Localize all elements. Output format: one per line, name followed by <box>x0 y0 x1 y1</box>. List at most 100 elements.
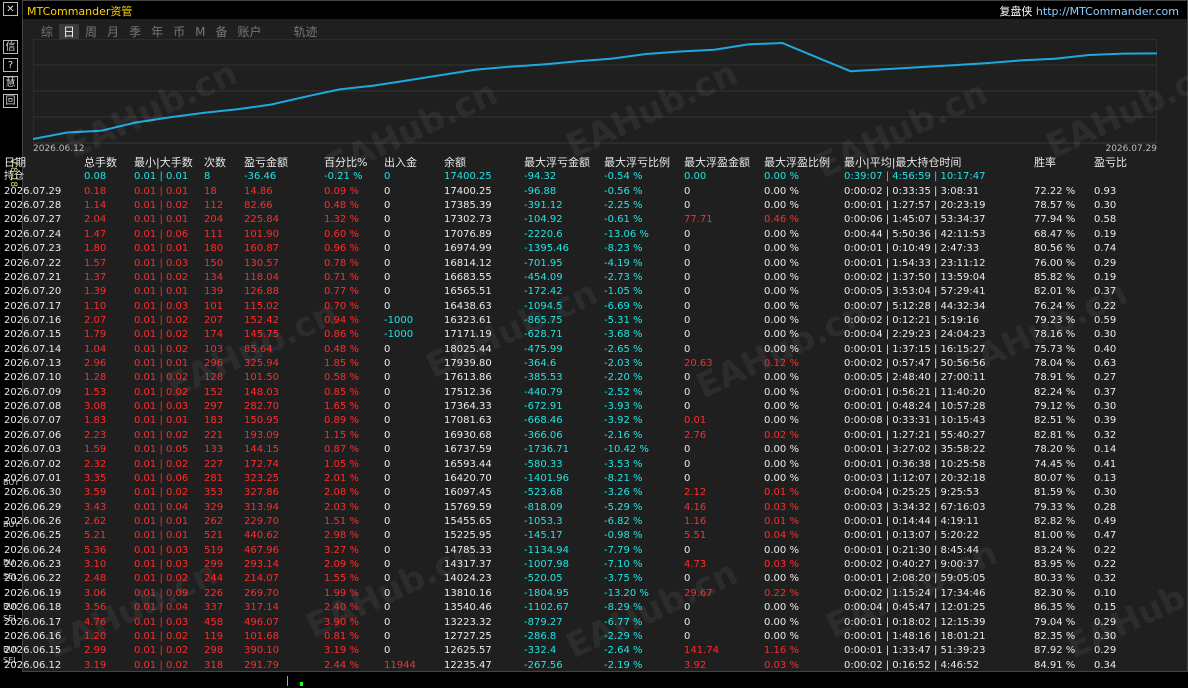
table-row[interactable]: 2026.06.16 1.20 0.01 | 0.02 119 101.68 0.81 %… <box>4 630 1154 644</box>
tab-quarter[interactable]: 季 <box>125 24 145 40</box>
table-row[interactable]: 2026.07.14 1.04 0.01 | 0.02 103 85.64 0.48 % 0… <box>4 343 1154 357</box>
title-bar: MTCommander资管 复盘侠 http://MTCommander.com <box>23 1 1187 19</box>
table-row[interactable]: 2026.06.19 3.06 0.01 | 0.09 226 269.70 1.99 %… <box>4 587 1154 601</box>
cell-win-rate: 82.81 % <box>1034 429 1076 441</box>
cell-count: 183 <box>204 415 224 427</box>
app-title: MTCommander资管 <box>27 5 133 18</box>
window-close-icon[interactable]: ✕ <box>3 2 18 16</box>
table-row[interactable]: 2026.07.28 1.14 0.01 | 0.02 112 82.66 0.48 % 0… <box>4 199 1154 213</box>
table-row[interactable]: 2026.07.10 1.28 0.01 | 0.02 128 101.50 0.58 %… <box>4 371 1154 385</box>
cell-count: 299 <box>204 559 224 571</box>
cell-max-float-loss-pct: -10.42 % <box>604 444 649 456</box>
cell-max-float-profit: 0.01 <box>684 415 707 427</box>
cell-hold-time: 0:00:01 | 1:37:15 | 16:15:27 <box>844 343 986 355</box>
cell-profit-factor: 0.22 <box>1094 544 1117 556</box>
tab-day[interactable]: 日 <box>59 24 80 40</box>
cell-max-float-loss: -172.42 <box>524 286 563 298</box>
cell-min-max-lots: 最小|大手数 <box>134 156 193 169</box>
cell-profit-factor: 0.37 <box>1094 386 1117 398</box>
cell-balance: 17171.19 <box>444 329 492 341</box>
cell-max-float-profit-pct: 0.00 % <box>764 401 799 413</box>
table-row[interactable]: 2026.07.20 1.39 0.01 | 0.01 139 126.88 0.77 %… <box>4 285 1154 299</box>
holding-row[interactable]: 持仓 0.08 0.01 | 0.01 8 -36.46 -0.21 % 0 17400.25… <box>4 170 1154 184</box>
equity-point <box>917 66 920 69</box>
cell-percent: 0.81 % <box>324 630 359 642</box>
table-row[interactable]: 2026.07.22 1.57 0.01 | 0.03 150 130.57 0.78 %… <box>4 257 1154 271</box>
cell-hold-time: 0:00:01 | 0:18:02 | 12:15:39 <box>844 616 986 628</box>
cell-max-float-profit-pct: 0.00 % <box>764 243 799 255</box>
tab-symbol[interactable]: 币 <box>169 24 189 40</box>
table-row[interactable]: 2026.07.03 1.59 0.01 | 0.05 133 144.15 0.87 %… <box>4 443 1154 457</box>
cell-count: 8 <box>204 171 211 183</box>
cell-balance: 16323.61 <box>444 314 492 326</box>
cell-min-max-lots: 0.01 | 0.01 <box>134 214 189 226</box>
table-row[interactable]: 2026.07.29 0.18 0.01 | 0.01 18 14.86 0.09 % 0 1… <box>4 185 1154 199</box>
table-row[interactable]: 2026.06.22 2.48 0.01 | 0.02 244 214.07 1.55 %… <box>4 572 1154 586</box>
table-row[interactable]: 2026.06.26 2.62 0.01 | 0.01 262 229.70 1.51 %… <box>4 515 1154 529</box>
replay-button[interactable]: 回 <box>3 94 18 108</box>
cell-total-lots: 1.80 <box>84 243 107 255</box>
cell-max-float-loss: -1094.5 <box>524 300 563 312</box>
table-row[interactable]: 2026.06.25 5.21 0.01 | 0.01 521 440.62 2.98 %… <box>4 529 1154 543</box>
cell-max-float-profit-pct: 0.46 % <box>764 214 799 226</box>
table-row[interactable]: 2026.07.07 1.83 0.01 | 0.01 183 150.95 0.89 %… <box>4 414 1154 428</box>
table-row[interactable]: 2026.07.23 1.80 0.01 | 0.01 180 160.87 0.96 %… <box>4 242 1154 256</box>
help-button[interactable]: ? <box>3 58 18 72</box>
cell-deposit-withdraw: 0 <box>384 630 391 642</box>
cell-max-float-loss: 最大浮亏金额 <box>524 156 590 169</box>
cell-balance: 16930.68 <box>444 429 492 441</box>
info-button[interactable]: 信 <box>3 40 18 54</box>
website-link[interactable]: http://MTCommander.com <box>1036 5 1179 18</box>
cell-max-float-profit: 4.16 <box>684 501 707 513</box>
cell-max-float-loss: -267.56 <box>524 659 563 671</box>
tab-week[interactable]: 周 <box>81 24 101 40</box>
cell-balance: 13810.16 <box>444 587 492 599</box>
cell-hold-time: 0:00:02 | 0:40:27 | 9:00:37 <box>844 559 980 571</box>
cell-max-float-loss-pct: -3.26 % <box>604 487 643 499</box>
table-row[interactable]: 2026.07.24 1.47 0.01 | 0.06 111 101.90 0.60 %… <box>4 228 1154 242</box>
table-row[interactable]: 2026.07.08 3.08 0.01 | 0.03 297 282.70 1.65 %… <box>4 400 1154 414</box>
tab-summary[interactable]: 综 <box>37 24 57 40</box>
x-end-label: 2026.07.29 <box>1105 144 1157 154</box>
table-row[interactable]: 2026.06.18 3.56 0.01 | 0.04 337 317.14 2.40 %… <box>4 601 1154 615</box>
cell-balance: 13540.46 <box>444 602 492 614</box>
table-row[interactable]: 2026.07.13 2.96 0.01 | 0.01 296 325.94 1.85 %… <box>4 357 1154 371</box>
table-row[interactable]: 2026.07.01 3.35 0.01 | 0.06 281 323.25 2.01 %… <box>4 472 1154 486</box>
tab-note[interactable]: 备 <box>211 24 231 40</box>
table-row[interactable]: 2026.07.27 2.04 0.01 | 0.01 204 225.84 1.32 %… <box>4 213 1154 227</box>
smart-button[interactable]: 慧 <box>3 76 18 90</box>
tab-magic[interactable]: M <box>191 24 209 40</box>
cell-deposit-withdraw: 0 <box>384 271 391 283</box>
tab-year[interactable]: 年 <box>147 24 167 40</box>
cell-profit-factor: 0.74 <box>1094 243 1117 255</box>
table-row[interactable]: 2026.06.24 5.36 0.01 | 0.03 519 467.96 3.27 %… <box>4 544 1154 558</box>
cell-deposit-withdraw: 0 <box>384 616 391 628</box>
tab-account[interactable]: 账户 <box>233 24 265 40</box>
table-row[interactable]: 2026.06.29 3.43 0.01 | 0.04 329 313.94 2.03 %… <box>4 501 1154 515</box>
table-row[interactable]: 2026.07.09 1.53 0.01 | 0.02 152 148.03 0.85 %… <box>4 386 1154 400</box>
tab-month[interactable]: 月 <box>103 24 123 40</box>
table-row[interactable]: 2026.07.17 1.10 0.01 | 0.03 101 115.02 0.70 %… <box>4 300 1154 314</box>
table-row[interactable]: 2026.06.15 2.99 0.01 | 0.02 298 390.10 3.19 %… <box>4 644 1154 658</box>
table-row[interactable]: 2026.06.30 3.59 0.01 | 0.02 353 327.86 2.08 %… <box>4 486 1154 500</box>
cell-win-rate: 79.23 % <box>1034 314 1076 326</box>
table-row[interactable]: 2026.07.02 2.32 0.01 | 0.02 227 172.74 1.05 %… <box>4 458 1154 472</box>
table-row[interactable]: 2026.07.16 2.07 0.01 | 0.02 207 152.42 0.94 %… <box>4 314 1154 328</box>
cell-hold-time: 0:00:01 | 1:54:33 | 23:11:12 <box>844 257 986 269</box>
equity-point <box>713 48 716 51</box>
table-row[interactable]: 2026.06.17 4.76 0.01 | 0.03 458 496.07 3.90 %… <box>4 616 1154 630</box>
table-row[interactable]: 2026.07.15 1.79 0.01 | 0.02 174 145.75 0.86 %… <box>4 328 1154 342</box>
cell-count: 521 <box>204 530 224 542</box>
table-row[interactable]: 2026.07.21 1.37 0.01 | 0.02 134 118.04 0.71 %… <box>4 271 1154 285</box>
table-row[interactable]: 2026.06.23 3.10 0.01 | 0.03 299 293.14 2.09 %… <box>4 558 1154 572</box>
cell-win-rate: 68.47 % <box>1034 228 1076 240</box>
table-row[interactable]: 2026.07.06 2.23 0.01 | 0.02 221 193.09 1.15 %… <box>4 429 1154 443</box>
table-row[interactable]: 2026.06.12 3.19 0.01 | 0.02 318 291.79 2.44 %… <box>4 659 1154 673</box>
cell-max-float-loss: -818.09 <box>524 501 563 513</box>
table-header[interactable]: 日期 总手数 最小|大手数 次数 盈亏金额 百分比% 出入金 余额 最大浮亏金额 最大浮亏比例 最大… <box>4 156 1154 170</box>
cell-win-rate: 79.04 % <box>1034 616 1076 628</box>
tab-track[interactable]: 轨迹 <box>290 24 322 40</box>
brand-label[interactable]: 复盘侠 <box>999 5 1032 18</box>
cell-max-float-profit: 0 <box>684 616 691 628</box>
cell-percent: 3.27 % <box>324 544 359 556</box>
